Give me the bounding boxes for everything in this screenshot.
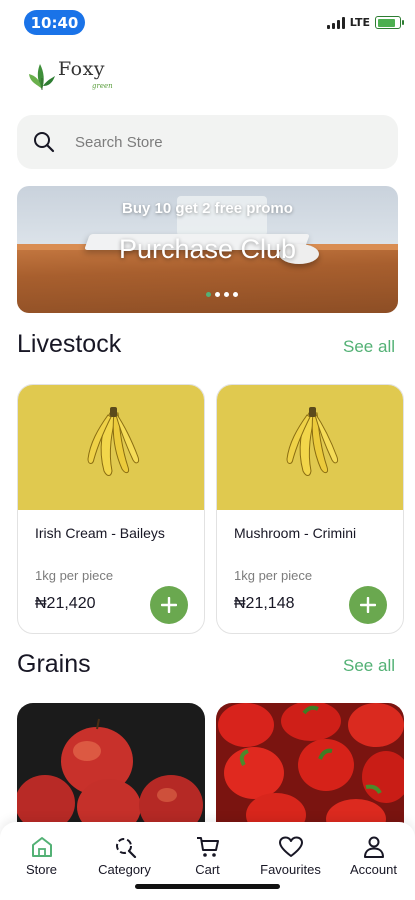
nav-item-cart[interactable]: Cart (166, 836, 249, 900)
search-input[interactable] (75, 133, 355, 151)
network-label: LTE (349, 16, 370, 29)
home-indicator (135, 884, 280, 889)
nav-item-store[interactable]: Store (0, 836, 83, 900)
logo-tagline: green (92, 82, 113, 90)
nav-label: Favourites (260, 862, 321, 877)
search-icon (34, 132, 55, 153)
carousel-dot[interactable] (224, 292, 229, 297)
product-card[interactable] (216, 703, 404, 833)
user-icon (363, 836, 384, 858)
product-name: Irish Cream - Baileys (35, 525, 165, 541)
app-logo: Foxy green (28, 58, 113, 92)
product-card[interactable] (17, 703, 205, 833)
search-bar[interactable] (17, 115, 398, 169)
status-time: 10:40 (24, 10, 85, 35)
nav-label: Cart (195, 862, 220, 877)
battery-fill (377, 18, 396, 27)
status-bar: 10:40 LTE (0, 0, 415, 46)
plus-icon (360, 597, 376, 613)
product-name: Mushroom - Crimini (234, 525, 357, 541)
product-card[interactable]: Mushroom - Crimini 1kg per piece ₦21,148 (216, 384, 404, 634)
home-icon (31, 837, 52, 857)
product-unit: 1kg per piece (234, 568, 313, 583)
product-price: ₦21,148 (234, 595, 295, 612)
leaf-icon (29, 64, 55, 90)
nav-item-favourites[interactable]: Favourites (249, 836, 332, 900)
nav-item-category[interactable]: Category (83, 836, 166, 900)
cart-icon (196, 837, 219, 857)
carousel-dots[interactable] (206, 292, 238, 297)
banana-image (286, 407, 338, 476)
battery-icon (375, 16, 404, 29)
carousel-dot[interactable] (215, 292, 220, 297)
apples-image (17, 718, 203, 833)
product-unit: 1kg per piece (35, 568, 114, 583)
red-peppers-image (218, 703, 404, 833)
see-all-grains-link[interactable]: See all (343, 656, 395, 676)
product-price: ₦21,420 (35, 595, 96, 612)
banana-image (87, 407, 139, 476)
status-icons: LTE (326, 16, 404, 29)
category-search-icon (115, 838, 136, 858)
carousel-dot[interactable] (206, 292, 211, 297)
nav-label: Store (25, 862, 58, 877)
logo-name: Foxy (58, 58, 106, 80)
logo-text: Foxy green (58, 58, 113, 90)
section-title-grains: Grains (17, 650, 91, 678)
plus-icon (161, 597, 177, 613)
nav-label: Category (98, 862, 151, 877)
banner-title: Purchase Club (118, 234, 297, 264)
product-card[interactable]: Irish Cream - Baileys 1kg per piece ₦21,… (17, 384, 205, 634)
nav-item-account[interactable]: Account (332, 836, 415, 900)
banner-subtitle: Buy 10 get 2 free promo (122, 200, 293, 217)
add-to-cart-button[interactable] (150, 586, 188, 624)
signal-icon (326, 16, 345, 29)
product-image (18, 385, 204, 510)
carousel-dot[interactable] (233, 292, 238, 297)
see-all-livestock-link[interactable]: See all (343, 337, 395, 357)
nav-label: Account (350, 862, 397, 877)
product-image (217, 385, 403, 510)
add-to-cart-button[interactable] (349, 586, 387, 624)
promo-banner[interactable]: Buy 10 get 2 free promo Purchase Club (17, 186, 398, 313)
heart-icon (278, 836, 303, 857)
section-title-livestock: Livestock (17, 330, 122, 358)
